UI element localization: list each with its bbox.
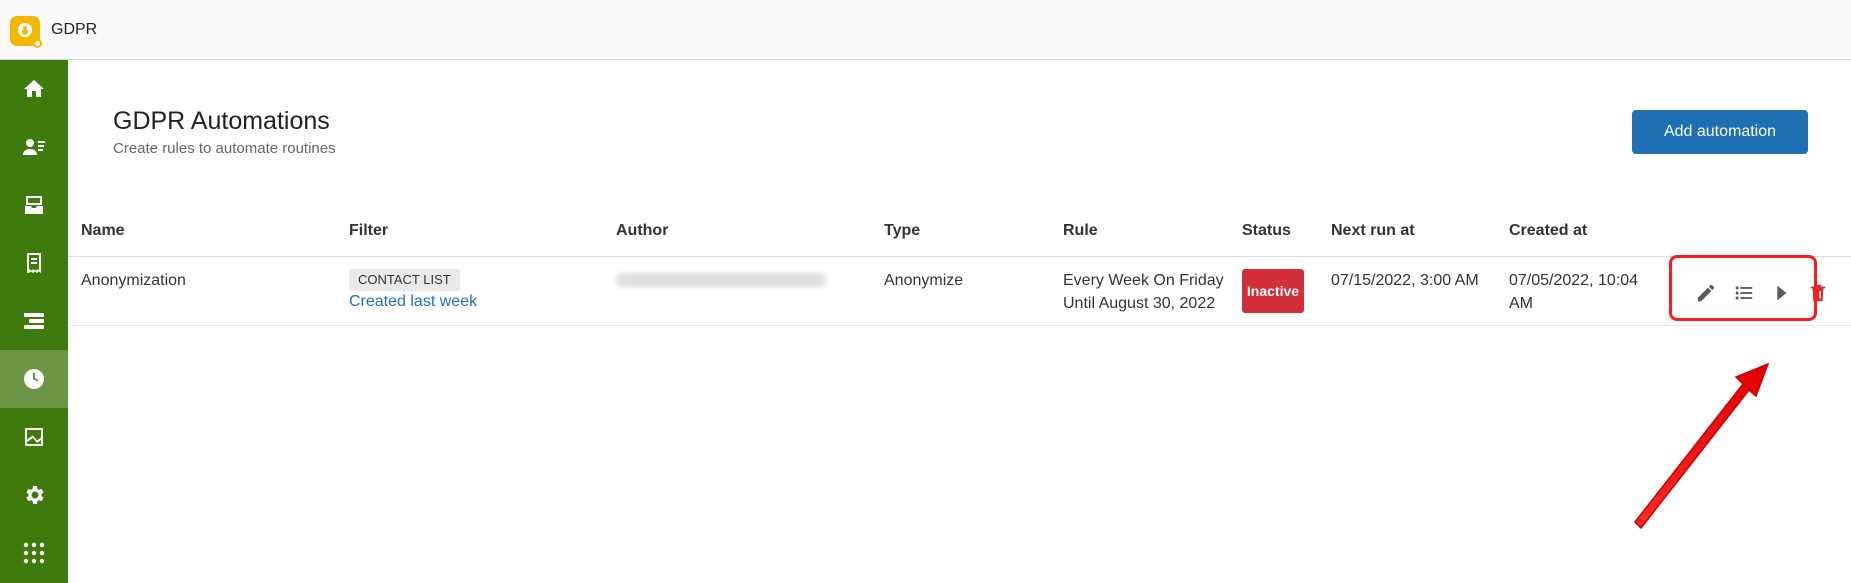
- filter-chip: CONTACT LIST: [349, 269, 460, 291]
- sidebar-item-receipt[interactable]: [0, 234, 68, 292]
- row-created-line-1: 07/05/2022, 10:04: [1509, 272, 1639, 289]
- gdpr-logo-icon: [10, 16, 42, 48]
- row-divider: [68, 325, 1851, 326]
- column-header-name[interactable]: Name: [81, 222, 125, 240]
- status-badge: Inactive: [1242, 269, 1304, 313]
- column-header-filter[interactable]: Filter: [349, 222, 388, 240]
- main-content: GDPR Automations Create rules to automat…: [68, 60, 1851, 583]
- row-rule-line-2: Until August 30, 2022: [1063, 295, 1216, 312]
- column-header-rule[interactable]: Rule: [1063, 222, 1098, 240]
- row-type: Anonymize: [884, 272, 964, 289]
- row-name: Anonymization: [81, 272, 186, 289]
- filter-link[interactable]: Created last week: [349, 293, 477, 311]
- sidebar-item-home[interactable]: [0, 60, 68, 118]
- annotation-arrow-icon: [1634, 362, 1770, 530]
- sidebar-item-timeline[interactable]: [0, 292, 68, 350]
- sidebar-item-inbox[interactable]: [0, 176, 68, 234]
- sidebar-item-settings[interactable]: [0, 466, 68, 524]
- add-automation-button[interactable]: Add automation: [1632, 110, 1808, 154]
- column-header-author[interactable]: Author: [616, 222, 668, 240]
- author-redacted: [616, 273, 826, 287]
- page-subtitle: Create rules to automate routines: [113, 140, 336, 157]
- page-title: GDPR Automations: [113, 107, 330, 135]
- column-header-type[interactable]: Type: [884, 222, 920, 240]
- inbox-icon: [25, 196, 43, 214]
- sidebar: [0, 60, 68, 583]
- receipt-icon: [27, 253, 41, 273]
- timeline-icon: [24, 313, 44, 329]
- clock-icon: [24, 369, 44, 389]
- column-header-next-run[interactable]: Next run at: [1331, 222, 1415, 240]
- apps-grid-icon: [23, 542, 45, 564]
- row-created-line-2: AM: [1509, 295, 1533, 312]
- sidebar-item-apps[interactable]: [0, 524, 68, 582]
- column-header-status[interactable]: Status: [1242, 222, 1291, 240]
- sidebar-item-contacts[interactable]: [0, 118, 68, 176]
- sidebar-item-automations[interactable]: [0, 350, 68, 408]
- header-divider: [68, 256, 1851, 257]
- home-icon: [24, 80, 44, 97]
- top-bar: GDPR: [0, 0, 1851, 60]
- row-next-run: 07/15/2022, 3:00 AM: [1331, 272, 1479, 289]
- app-title: GDPR: [51, 21, 98, 38]
- chart-icon: [25, 428, 43, 446]
- column-header-created-at[interactable]: Created at: [1509, 222, 1587, 240]
- contacts-icon: [23, 139, 45, 155]
- sidebar-item-reports[interactable]: [0, 408, 68, 466]
- row-rule-line-1: Every Week On Friday: [1063, 272, 1224, 289]
- gear-icon: [26, 486, 44, 504]
